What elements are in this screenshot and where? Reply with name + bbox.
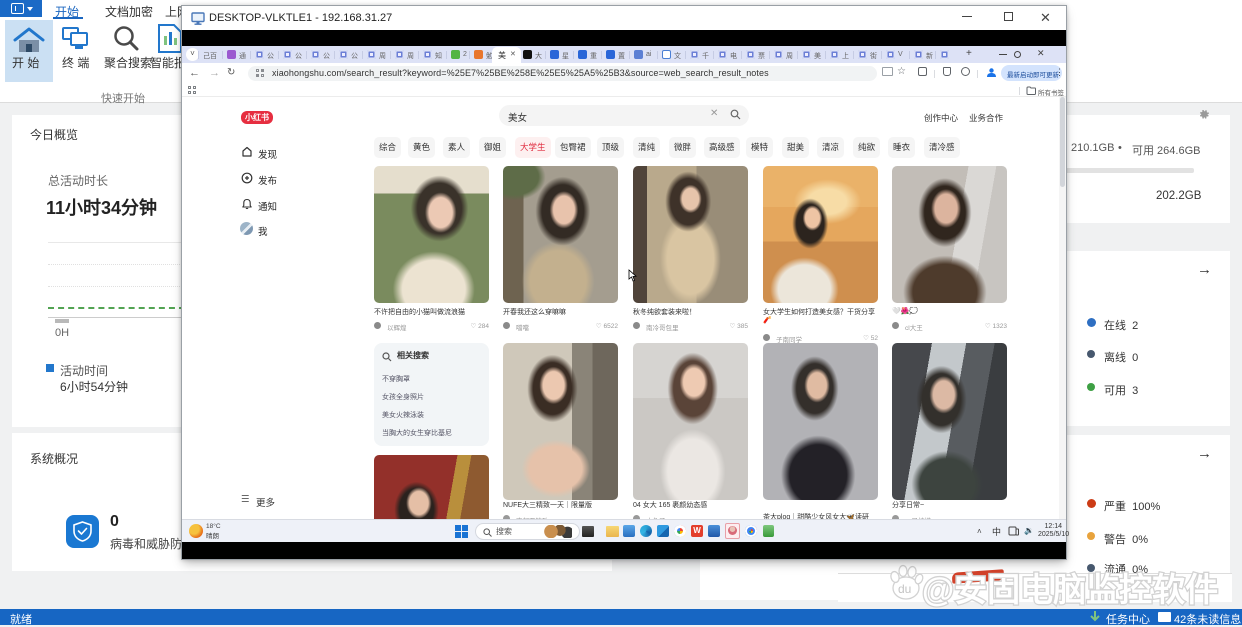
svg-text:du: du: [898, 582, 911, 596]
